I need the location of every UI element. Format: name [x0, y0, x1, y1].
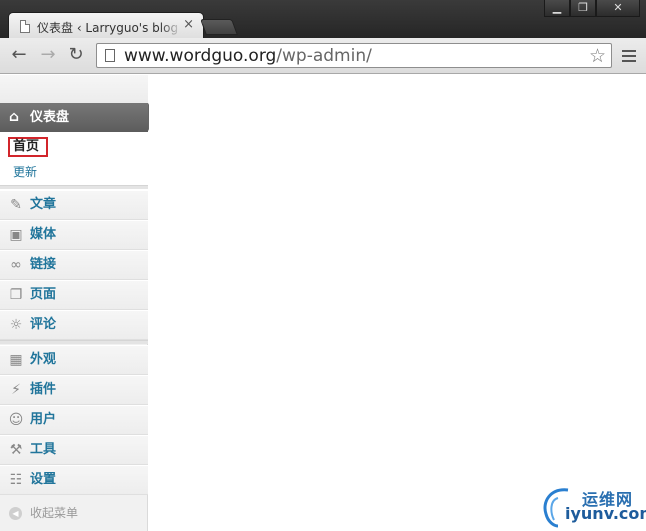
tools-icon: ⚒ [9, 442, 23, 458]
menu-item-users[interactable]: ☺ 用户 [0, 405, 148, 435]
page-icon: ❐ [9, 287, 23, 303]
menu-item-links[interactable]: ∞ 链接 [0, 250, 148, 280]
pushpin-icon: ✎ [10, 197, 22, 213]
appearance-icon: ▦ [9, 352, 23, 368]
document-icon [20, 20, 30, 33]
collapse-label: 收起菜单 [30, 506, 79, 520]
menu-label: 外观 [30, 352, 57, 367]
menu-label: 链接 [30, 257, 57, 272]
browser-menu-icon[interactable] [622, 50, 636, 65]
browser-tab[interactable]: 仪表盘 ‹ Larryguo's blog × [8, 12, 204, 39]
menu-label: 仪表盘 [30, 110, 70, 125]
home-icon: ⌂ [9, 109, 20, 125]
collapse-menu-button[interactable]: ◀ 收起菜单 [0, 496, 148, 531]
menu-item-appearance[interactable]: ▦ 外观 [0, 345, 148, 375]
menu-separator [0, 340, 148, 344]
submenu-item-updates[interactable]: 更新 [13, 163, 37, 180]
bookmark-star-icon[interactable]: ☆ [589, 45, 606, 67]
menu-label: 评论 [30, 317, 57, 332]
back-icon[interactable]: ← [8, 44, 30, 66]
comment-icon: ☼ [9, 317, 23, 333]
main-content-area [149, 75, 646, 531]
settings-icon: ☷ [9, 472, 23, 488]
page-icon [105, 49, 115, 62]
browser-titlebar: 仪表盘 ‹ Larryguo's blog × ▁ ❐ ✕ [0, 0, 646, 39]
new-tab-button[interactable] [200, 19, 238, 35]
menu-item-comments[interactable]: ☼ 评论 [0, 310, 148, 340]
menu-label: 媒体 [30, 227, 57, 242]
reload-icon[interactable]: ↻ [65, 44, 87, 66]
collapse-arrow-icon: ◀ [9, 507, 22, 520]
watermark-en: iyunv.com [565, 504, 646, 523]
menu-separator [0, 185, 148, 189]
close-window-button[interactable]: ✕ [596, 0, 640, 17]
menu-item-dashboard[interactable]: ⌂ 仪表盘 [0, 103, 156, 132]
submenu-item-home[interactable]: 首页 [8, 137, 48, 157]
address-bar[interactable]: www.wordguo.org/wp-admin/ ☆ [96, 43, 612, 68]
menu-label: 页面 [30, 287, 57, 302]
forward-icon[interactable]: → [37, 44, 59, 66]
minimize-button[interactable]: ▁ [544, 0, 570, 17]
media-icon: ▣ [9, 227, 23, 243]
plugin-icon: ⚡ [11, 382, 21, 398]
menu-item-settings[interactable]: ☷ 设置 [0, 465, 148, 495]
menu-item-posts[interactable]: ✎ 文章 [0, 190, 148, 220]
tab-close-button[interactable]: × [183, 17, 194, 32]
menu-item-media[interactable]: ▣ 媒体 [0, 220, 148, 250]
watermark-logo: 运维网 iyunv.com [538, 484, 646, 528]
url-text[interactable]: www.wordguo.org/wp-admin/ [124, 46, 372, 66]
menu-item-pages[interactable]: ❐ 页面 [0, 280, 148, 310]
browser-toolbar: ← → ↻ www.wordguo.org/wp-admin/ ☆ [0, 38, 646, 74]
menu-item-tools[interactable]: ⚒ 工具 [0, 435, 148, 465]
menu-label: 文章 [30, 197, 57, 212]
window-controls: ▁ ❐ ✕ [544, 0, 640, 17]
tab-title: 仪表盘 ‹ Larryguo's blog [37, 21, 179, 35]
url-host: www.wordguo.org [124, 46, 277, 66]
maximize-button[interactable]: ❐ [570, 0, 596, 17]
menu-label: 插件 [30, 382, 57, 397]
menu-item-plugins[interactable]: ⚡ 插件 [0, 375, 148, 405]
url-path: /wp-admin/ [276, 46, 372, 66]
menu-label: 用户 [30, 412, 57, 427]
menu-label: 设置 [30, 472, 57, 487]
menu-label: 工具 [30, 442, 57, 457]
link-icon: ∞ [10, 257, 22, 273]
users-icon: ☺ [8, 412, 24, 428]
